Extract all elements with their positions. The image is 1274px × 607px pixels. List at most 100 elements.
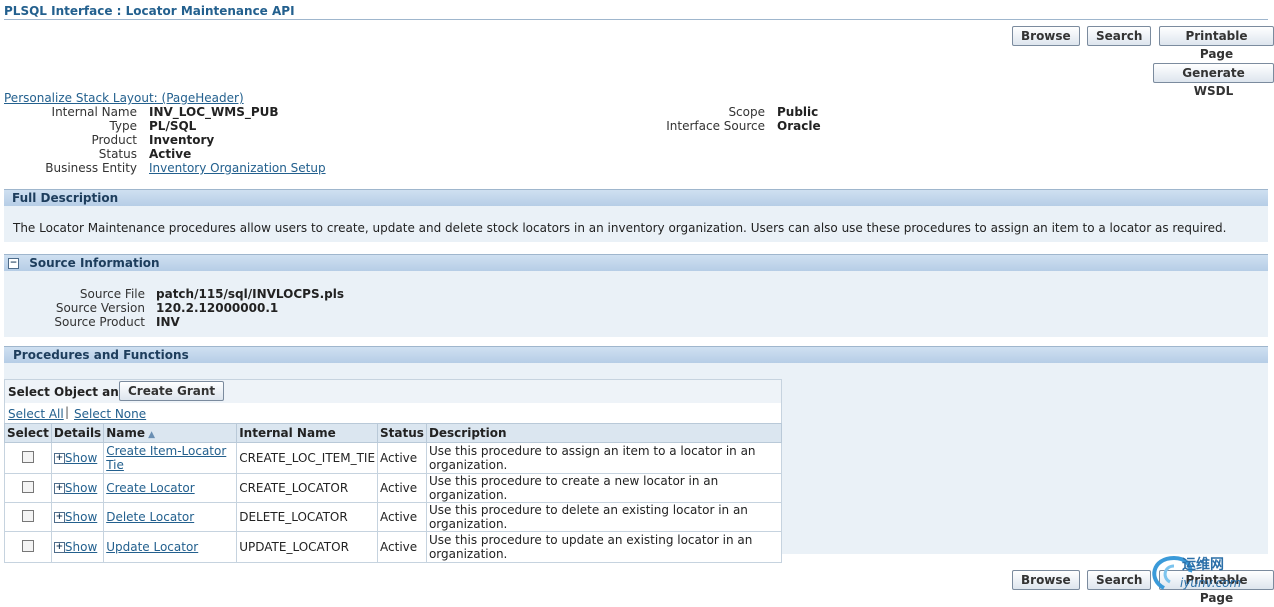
status-value: Active (149, 147, 192, 161)
row-checkbox[interactable] (21, 539, 34, 552)
select-all-link[interactable]: Select All (8, 407, 64, 421)
business-entity-link[interactable]: Inventory Organization Setup (149, 161, 326, 175)
table-header-row: Select Details Name ▲ Internal Name Stat… (4, 423, 783, 443)
expand-icon[interactable]: + (53, 542, 65, 553)
link-separator: | (65, 405, 70, 419)
internal-name-value: INV_LOC_WMS_PUB (149, 105, 279, 119)
internal-name-cell: CREATE_LOCATOR (236, 473, 379, 503)
column-name[interactable]: Name ▲ (103, 423, 238, 443)
description-cell: Use this procedure to assign an item to … (425, 442, 783, 474)
name-cell: Delete Locator (103, 502, 238, 532)
source-file-label: Source File (79, 287, 145, 301)
status-cell: Active (377, 442, 427, 474)
details-cell: + Show (50, 442, 105, 474)
column-select: Select (4, 423, 52, 443)
row-checkbox[interactable] (21, 480, 34, 493)
type-value: PL/SQL (149, 119, 197, 133)
select-cell (4, 473, 52, 503)
procedure-name-link[interactable]: Create Item-Locator Tie (106, 444, 226, 472)
full-description-text: The Locator Maintenance procedures allow… (13, 221, 1227, 235)
internal-name-cell: DELETE_LOCATOR (236, 502, 379, 532)
details-cell: + Show (50, 473, 105, 503)
expand-icon[interactable]: + (53, 453, 65, 464)
column-description: Description (425, 423, 783, 443)
source-product-label: Source Product (54, 315, 145, 329)
full-description-body: The Locator Maintenance procedures allow… (4, 206, 1268, 242)
watermark-logo: 运维网 iyunv.com (1146, 552, 1266, 596)
status-cell: Active (377, 502, 427, 532)
personalize-stack-layout-link[interactable]: Personalize Stack Layout: (PageHeader) (4, 91, 244, 105)
select-none-link[interactable]: Select None (74, 407, 146, 421)
source-file-value: patch/115/sql/INVLOCPS.pls (156, 287, 344, 301)
show-details-link[interactable]: Show (65, 510, 97, 524)
type-label: Type (109, 119, 137, 133)
procedure-name-link[interactable]: Delete Locator (106, 510, 194, 524)
watermark-text: 运维网 (1182, 557, 1224, 573)
source-product-value: INV (156, 315, 180, 329)
source-version-label: Source Version (55, 301, 145, 315)
full-description-heading: Full Description (12, 191, 119, 205)
printable-page-button[interactable]: Printable Page (1159, 26, 1274, 61)
interface-source-label: Interface Source (666, 119, 765, 133)
watermark-subtext: iyunv.com (1180, 576, 1242, 590)
row-checkbox[interactable] (21, 450, 34, 463)
procedure-name-link[interactable]: Create Locator (106, 481, 194, 495)
table-row: + Show Update Locator UPDATE_LOCATOR Acti… (4, 531, 783, 563)
product-label: Product (91, 133, 137, 147)
collapse-icon[interactable]: − (8, 258, 19, 269)
details-cell: + Show (50, 531, 105, 563)
product-value: Inventory (149, 133, 215, 147)
bottom-search-button[interactable]: Search (1087, 570, 1152, 590)
show-details-link[interactable]: Show (65, 481, 97, 495)
full-description-header: Full Description (4, 189, 1268, 206)
procedure-name-link[interactable]: Update Locator (106, 540, 198, 554)
show-details-link[interactable]: Show (65, 451, 97, 465)
description-cell: Use this procedure to create a new locat… (425, 473, 783, 503)
select-cell (4, 442, 52, 474)
row-checkbox[interactable] (21, 509, 34, 522)
table-row: + Show Delete Locator DELETE_LOCATOR Acti… (4, 502, 783, 532)
source-information-heading: Source Information (29, 256, 160, 270)
page-title: PLSQL Interface : Locator Maintenance AP… (4, 4, 295, 18)
description-cell: Use this procedure to delete an existing… (425, 502, 783, 532)
select-cell (4, 502, 52, 532)
column-status: Status (377, 423, 427, 443)
business-entity-label: Business Entity (45, 161, 137, 175)
table-row: + Show Create Item-Locator Tie CREATE_LOC… (4, 442, 783, 474)
name-cell: Update Locator (103, 531, 238, 563)
procedures-heading: Procedures and Functions (13, 348, 189, 362)
internal-name-cell: UPDATE_LOCATOR (236, 531, 379, 563)
column-internal-name: Internal Name (236, 423, 379, 443)
column-name-label: Name (106, 426, 145, 440)
expand-icon[interactable]: + (53, 512, 65, 523)
procedures-table: Select Details Name ▲ Internal Name Stat… (4, 423, 783, 563)
create-grant-button[interactable]: Create Grant (119, 381, 225, 401)
generate-wsdl-button[interactable]: Generate WSDL (1153, 63, 1274, 98)
select-object-label: Select Object and (8, 385, 128, 399)
status-cell: Active (377, 473, 427, 503)
description-cell: Use this procedure to update an existing… (425, 531, 783, 563)
details-cell: + Show (50, 502, 105, 532)
status-cell: Active (377, 531, 427, 563)
title-divider (4, 19, 1268, 20)
table-row: + Show Create Locator CREATE_LOCATOR Acti… (4, 473, 783, 503)
search-button[interactable]: Search (1087, 26, 1152, 46)
column-details: Details (50, 423, 105, 443)
scope-value: Public (777, 105, 819, 119)
source-information-header[interactable]: − Source Information (4, 254, 1268, 271)
expand-icon[interactable]: + (53, 483, 65, 494)
source-version-value: 120.2.12000000.1 (156, 301, 279, 315)
internal-name-cell: CREATE_LOC_ITEM_TIE (236, 442, 379, 474)
bottom-browse-button[interactable]: Browse (1012, 570, 1080, 590)
select-cell (4, 531, 52, 563)
name-cell: Create Item-Locator Tie (103, 442, 238, 474)
status-label: Status (98, 147, 137, 161)
browse-button[interactable]: Browse (1012, 26, 1080, 46)
internal-name-label: Internal Name (51, 105, 137, 119)
name-cell: Create Locator (103, 473, 238, 503)
scope-label: Scope (728, 105, 765, 119)
show-details-link[interactable]: Show (65, 540, 97, 554)
sort-ascending-icon[interactable]: ▲ (145, 430, 155, 440)
select-all-bar: Select All | Select None (4, 403, 782, 423)
procedures-header: Procedures and Functions (4, 346, 1268, 363)
